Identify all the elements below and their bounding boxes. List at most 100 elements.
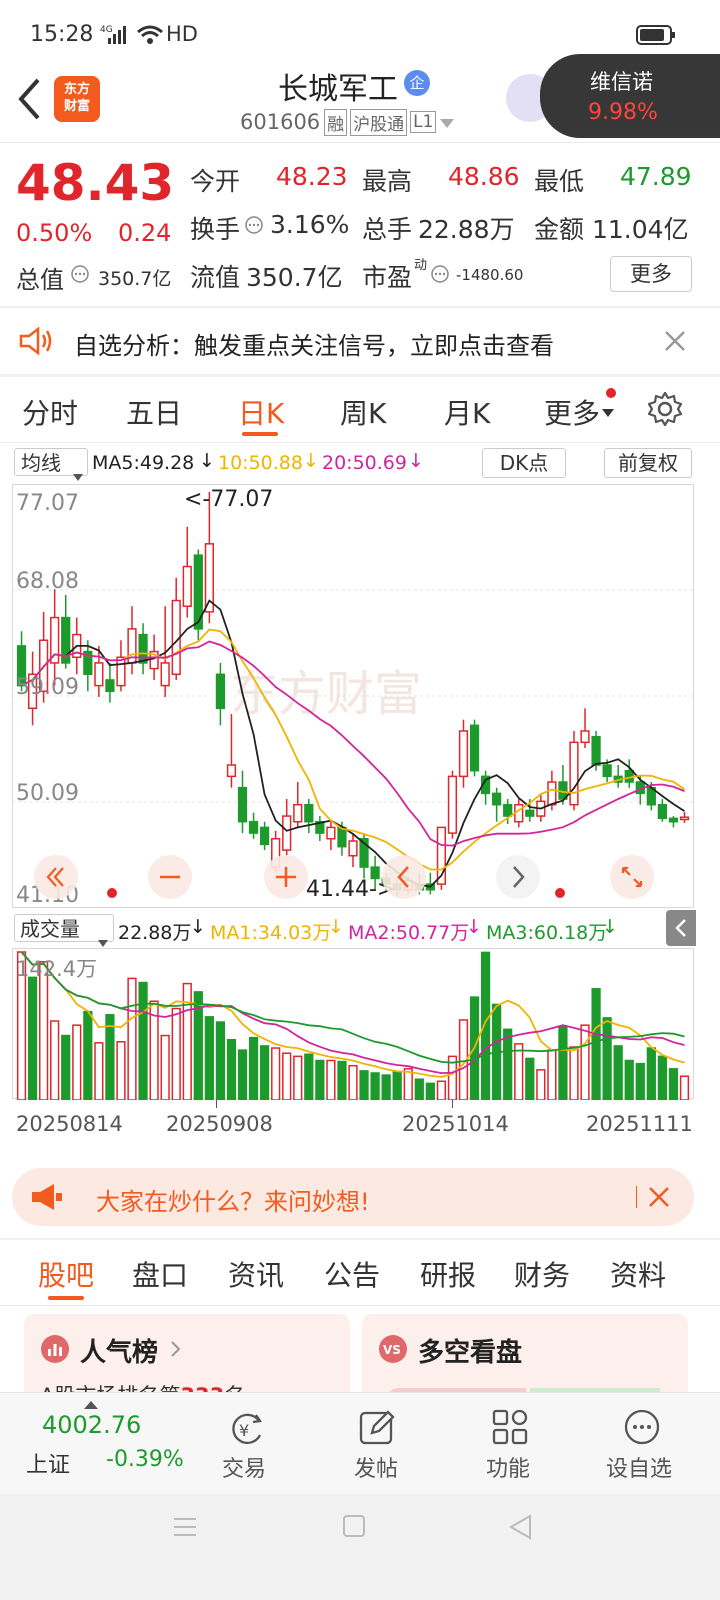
promo-close-icon[interactable] — [648, 1186, 670, 1212]
tab-research[interactable]: 研报 — [420, 1254, 476, 1294]
trade-icon[interactable]: ¥ — [226, 1409, 266, 1449]
add-watchlist-icon[interactable] — [622, 1407, 662, 1447]
volume-bar — [436, 1080, 447, 1100]
nav-function-label[interactable]: 功能 — [486, 1451, 530, 1483]
notice-bar[interactable]: 自选分析：触发重点关注信号，立即点击查看 — [0, 308, 720, 374]
scroll-left-button[interactable] — [34, 855, 78, 899]
float-value: 350.7亿 — [246, 263, 343, 292]
battery-icon — [636, 24, 678, 50]
stock-code-row: 601606 融 沪股通 L1 — [240, 107, 455, 137]
candle-body — [348, 840, 358, 857]
svg-text:¥: ¥ — [239, 1421, 249, 1440]
active-tab-indicator — [242, 432, 278, 436]
popup-stock-name: 维信诺 — [590, 70, 653, 94]
volume-bar — [72, 1024, 82, 1100]
header: 东方 财富 长城军工 企 601606 融 沪股通 L1 维信诺 9.98% — [0, 54, 720, 144]
menu-icon[interactable] — [172, 1516, 198, 1542]
candle-body — [679, 816, 690, 821]
more-dropdown-icon — [602, 404, 614, 423]
volume-max-label: 142.4万 — [16, 957, 97, 981]
fullscreen-button[interactable] — [610, 855, 654, 899]
kline-chart[interactable]: 东方财富 77.07 68.08 59.09 50.09 41.10 <-77.… — [12, 484, 694, 908]
current-price: 48.43 — [16, 154, 175, 212]
tab-monthly-k[interactable]: 月K — [444, 392, 490, 432]
ma-selector-label: 均线 — [21, 451, 61, 475]
more-button[interactable]: 更多 — [610, 256, 692, 292]
tab-forum[interactable]: 股吧 — [38, 1254, 94, 1294]
volume-bar — [580, 1024, 590, 1100]
adjust-button[interactable]: 前复权 — [604, 448, 692, 478]
tab-financials[interactable]: 财务 — [514, 1254, 570, 1294]
status-time: 15:28 — [30, 22, 94, 47]
volume-bar — [668, 1068, 679, 1100]
promo-banner[interactable]: 大家在炒什么？来问妙想! — [12, 1168, 694, 1226]
post-edit-icon[interactable] — [358, 1407, 398, 1447]
vol-ma2: MA2:50.77万 — [348, 922, 470, 944]
index-value[interactable]: 4002.76 — [42, 1411, 141, 1439]
logo-text-2: 财富 — [63, 99, 90, 114]
ma10-down-icon: ↓ — [303, 450, 319, 472]
settings-gear-icon[interactable] — [646, 390, 684, 432]
volume-bar — [259, 1045, 270, 1100]
app-logo[interactable]: 东方 财富 — [54, 76, 100, 122]
ma-selector[interactable]: 均线 — [14, 448, 88, 481]
dk-point-button[interactable]: DK点 — [482, 448, 566, 478]
volume-bar — [602, 1017, 612, 1100]
tab-profile[interactable]: 资料 — [610, 1254, 666, 1294]
tab-five-day[interactable]: 五日 — [126, 392, 182, 432]
system-nav — [0, 1494, 720, 1600]
vol-ma3-down-icon: ↓ — [602, 916, 618, 938]
volume-bar — [226, 1038, 237, 1100]
vol-ma1: MA1:34.03万 — [210, 922, 332, 944]
nav-trade-label[interactable]: 交易 — [222, 1451, 266, 1483]
watermark: 东方财富 — [230, 666, 422, 722]
info-icon[interactable] — [70, 264, 90, 288]
enterprise-badge: 企 — [404, 70, 430, 96]
notice-text: 自选分析：触发重点关注信号，立即点击查看 — [74, 332, 554, 360]
volume-bar — [646, 1047, 656, 1100]
next-button[interactable] — [496, 855, 540, 899]
close-icon[interactable] — [664, 330, 686, 356]
mktcap-label: 总值 — [16, 266, 64, 294]
collapse-panel-button[interactable] — [666, 910, 696, 946]
volume-selector[interactable]: 成交量 — [14, 914, 114, 947]
candle-body — [569, 741, 579, 806]
pe-info-icon[interactable] — [430, 264, 450, 288]
prev-button[interactable] — [382, 855, 426, 899]
volume-bar — [50, 1020, 60, 1100]
volume-bar — [204, 1016, 214, 1100]
tab-weekly-k[interactable]: 周K — [340, 392, 386, 432]
amount-label: 金额 — [534, 215, 585, 244]
tab-announcements[interactable]: 公告 — [324, 1254, 380, 1294]
zoom-in-button[interactable] — [264, 855, 308, 899]
home-icon[interactable] — [342, 1514, 366, 1542]
dropdown-arrow-icon[interactable] — [440, 110, 455, 134]
stock-popup[interactable]: 维信诺 9.98% — [540, 54, 720, 138]
volume-bar — [271, 1047, 281, 1100]
candle-body — [326, 826, 336, 840]
grid-function-icon[interactable] — [490, 1407, 530, 1447]
tab-news[interactable]: 资讯 — [228, 1254, 284, 1294]
candle-body — [94, 662, 104, 687]
turnover-info-icon[interactable] — [244, 215, 264, 239]
chart-bars-icon — [40, 1334, 70, 1368]
tab-order-book[interactable]: 盘口 — [132, 1254, 188, 1294]
zoom-out-button[interactable] — [148, 855, 192, 899]
volume-chart[interactable]: 142.4万 — [12, 948, 694, 1100]
y-label-top: 77.07 — [16, 491, 79, 516]
megaphone-icon — [30, 1182, 64, 1216]
sub-active-indicator — [48, 1296, 84, 1300]
back-icon[interactable] — [16, 76, 42, 126]
volume-bar — [105, 1014, 115, 1100]
quote-panel: 48.43 0.50% 0.24 总值 350.7亿 今开 48.23 最高 4… — [0, 144, 720, 306]
tab-daily-k[interactable]: 日K — [238, 392, 284, 432]
tab-intraday[interactable]: 分时 — [22, 392, 78, 432]
volume-bar — [171, 1007, 181, 1100]
volume-bar — [348, 1064, 358, 1100]
event-dot — [107, 888, 117, 898]
tab-more[interactable]: 更多 — [544, 392, 600, 432]
volume-bar: 成交量 22.88万 ↓ MA1:34.03万 ↓ MA2:50.77万 ↓ M… — [0, 910, 720, 947]
nav-post-label[interactable]: 发帖 — [354, 1451, 398, 1483]
back-nav-icon[interactable] — [508, 1514, 532, 1544]
nav-watchlist-label[interactable]: 设自选 — [606, 1451, 672, 1483]
